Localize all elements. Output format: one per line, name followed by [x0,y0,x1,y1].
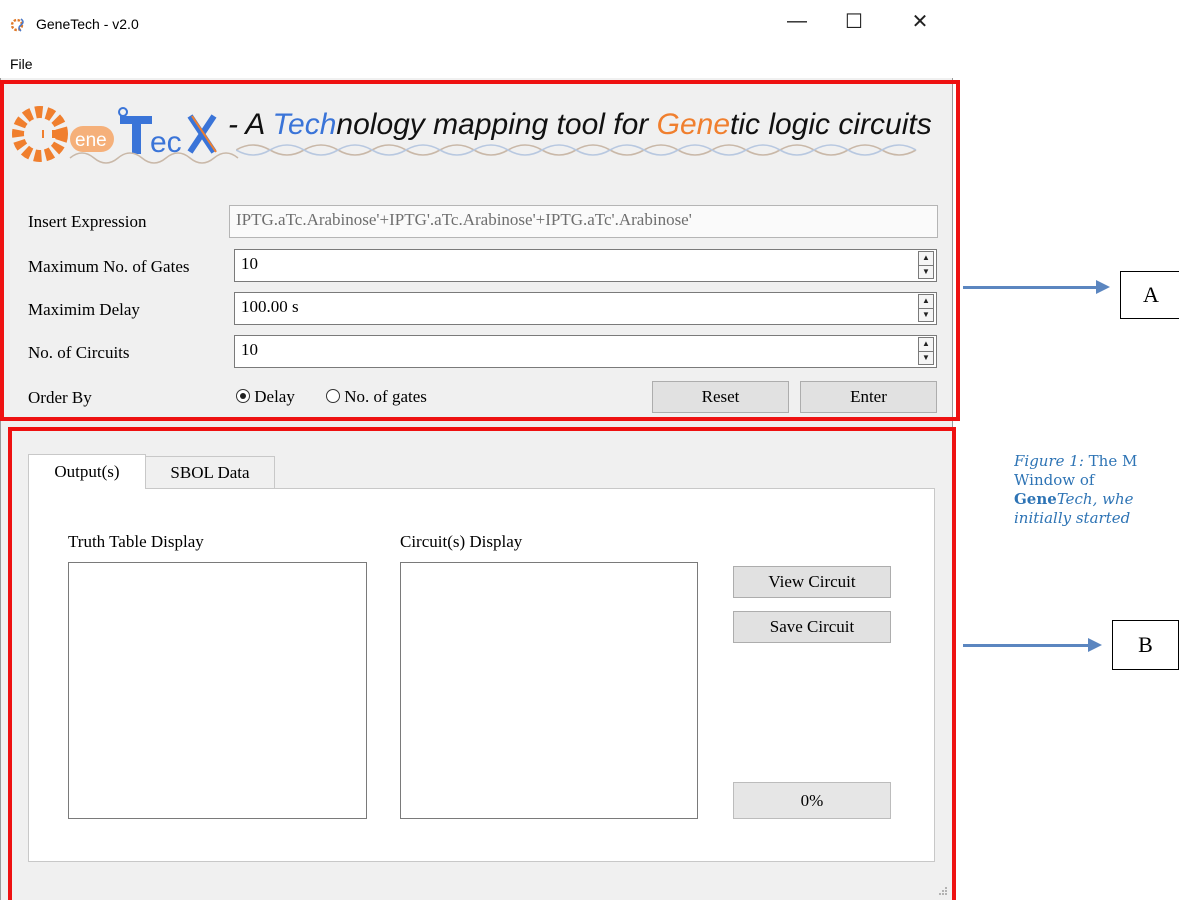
tagline-tech: Tech [272,108,337,141]
tab-sbol-data[interactable]: SBOL Data [145,456,275,489]
tagline-suffix: tic logic circuits [730,108,932,141]
circuit-display[interactable] [400,562,698,819]
spin-down-icon[interactable]: ▼ [919,307,933,322]
caption-line-4: initially started [1014,509,1131,527]
spin-up-icon[interactable]: ▲ [919,295,933,308]
arrow-a-line [963,286,1101,289]
dna-strand-decoration [236,144,917,156]
view-circuit-button[interactable]: View Circuit [733,566,891,598]
num-circuits-stepper[interactable]: 10 [234,335,937,368]
tagline-gene: Gene [656,108,730,141]
reset-button[interactable]: Reset [652,381,789,413]
max-gates-stepper[interactable]: 10 [234,249,937,282]
num-circuits-spin[interactable]: ▲ ▼ [918,337,934,365]
arrow-b-line [963,644,1093,647]
progress-bar: 0% [733,782,891,819]
order-by-gates-radio[interactable]: No. of gates [326,387,427,407]
minimize-icon: — [787,9,807,32]
progress-text: 0% [800,790,824,810]
arrow-a-head-icon [1096,280,1110,294]
svg-text:ene: ene [75,130,107,151]
menu-bar [0,46,953,78]
order-delay-label: Delay [254,387,295,406]
svg-text:ec: ec [150,126,182,159]
spin-up-icon[interactable]: ▲ [919,252,933,265]
save-circuit-button[interactable]: Save Circuit [733,611,891,643]
expression-label: Insert Expression [28,212,147,231]
window-title: GeneTech - v2.0 [36,16,139,32]
close-button[interactable]: ✕ [897,2,943,40]
caption-line-1: Figure 1: The M [1014,452,1138,470]
banner-tagline: - A Technology mapping tool for Genetic … [228,108,932,142]
caption-line-2: Window of [1014,471,1095,489]
order-by-delay-radio[interactable]: Delay [236,387,295,407]
annotation-b-box: B [1112,620,1179,670]
max-delay-spin[interactable]: ▲ ▼ [918,294,934,322]
minimize-button[interactable]: — [774,2,820,40]
truth-table-display[interactable] [68,562,367,819]
enter-button[interactable]: Enter [800,381,937,413]
genetech-logo: ene ec [12,106,239,164]
close-icon: ✕ [911,10,929,33]
max-delay-label: Maximim Delay [28,300,140,319]
figure-caption: Figure 1: The M Window of GeneTech, whe … [1014,452,1179,528]
tab-outputs[interactable]: Output(s) [28,454,146,489]
truth-table-label: Truth Table Display [68,532,204,551]
radio-unselected-icon[interactable] [326,389,340,403]
circuit-display-label: Circuit(s) Display [400,532,523,551]
dna-gear-app-icon [10,18,24,32]
arrow-b-head-icon [1088,638,1102,652]
spin-down-icon[interactable]: ▼ [919,264,933,279]
order-gates-label: No. of gates [344,387,427,406]
spin-up-icon[interactable]: ▲ [919,338,933,351]
resize-grip-icon[interactable] [936,884,948,896]
max-delay-stepper[interactable]: 100.00 s [234,292,937,325]
maximize-icon: ☐ [845,10,863,33]
menu-file[interactable]: File [10,56,33,72]
annotation-a-box: A [1120,271,1179,319]
order-by-label: Order By [28,388,92,407]
max-gates-label: Maximum No. of Gates [28,257,190,276]
tagline-prefix: - A [228,108,273,141]
num-circuits-label: No. of Circuits [28,343,130,362]
tagline-middle: nology mapping tool for [336,108,657,141]
spin-down-icon[interactable]: ▼ [919,350,933,365]
max-gates-spin[interactable]: ▲ ▼ [918,251,934,279]
radio-selected-icon[interactable] [236,389,250,403]
caption-line-3: GeneTech, whe [1014,490,1134,508]
expression-input[interactable]: IPTG.aTc.Arabinose'+IPTG'.aTc.Arabinose'… [229,205,938,238]
maximize-button[interactable]: ☐ [831,2,877,40]
